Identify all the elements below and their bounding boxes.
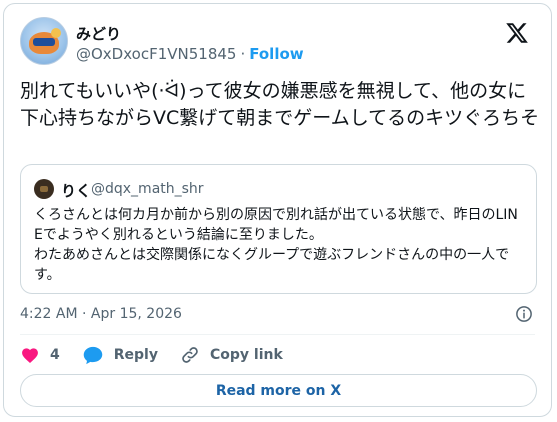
quoted-author-handle: @dqx_math_shr xyxy=(91,181,204,197)
author-name[interactable]: みどり xyxy=(76,23,121,44)
quoted-text: くろさんとは何カ月か前から別の原因で別れ話が出ている状態で、昨日のLINEでよう… xyxy=(34,205,526,285)
copy-link-button[interactable]: Copy link xyxy=(180,345,283,365)
follow-button[interactable]: Follow xyxy=(249,45,303,63)
author-handle-row: @OxDxocF1VN51845 · Follow xyxy=(76,45,304,63)
author-handle[interactable]: @OxDxocF1VN51845 xyxy=(76,45,236,63)
separator: · xyxy=(240,45,246,63)
quoted-tweet[interactable]: りく @dqx_math_shr くろさんとは何カ月か前から別の原因で別れ話が出… xyxy=(20,164,537,294)
read-more-button[interactable]: Read more on X xyxy=(20,374,537,407)
like-button[interactable]: 4 xyxy=(20,345,60,365)
quoted-author-name: りく xyxy=(61,182,92,200)
author-avatar[interactable] xyxy=(20,17,68,65)
x-logo-icon[interactable] xyxy=(505,21,529,45)
tweet-text: 別れてもいいや(·ᐛ)って彼女の嫌悪感を無視して、他の女に下心持ちながらVC繋げ… xyxy=(20,80,540,129)
reply-button[interactable]: Reply xyxy=(82,345,158,365)
reply-icon xyxy=(83,346,103,365)
quoted-text-line-1: くろさんとは何カ月か前から別の原因で別れ話が出ている状態で、昨日のLINEでよう… xyxy=(34,207,518,243)
tweet-header: みどり @OxDxocF1VN51845 · Follow xyxy=(20,17,535,69)
heart-icon xyxy=(22,348,38,363)
divider xyxy=(20,334,535,335)
copy-link-label: Copy link xyxy=(209,347,283,363)
tweet-card: みどり @OxDxocF1VN51845 · Follow 別れてもいいや(·ᐛ)っ… xyxy=(3,3,552,417)
reply-label: Reply xyxy=(113,347,158,363)
quoted-text-line-2: わたあめさんとは交際関係になくグループで遊ぶフレンドさんの中の一人です。 xyxy=(34,247,510,283)
link-icon xyxy=(182,347,198,363)
like-count: 4 xyxy=(50,347,60,363)
tweet-actions: 4 Reply Copy link xyxy=(20,345,305,365)
tweet-timestamp[interactable]: 4:22 AM · Apr 15, 2026 xyxy=(20,306,182,322)
info-icon[interactable] xyxy=(515,305,533,323)
quoted-avatar xyxy=(34,179,54,199)
